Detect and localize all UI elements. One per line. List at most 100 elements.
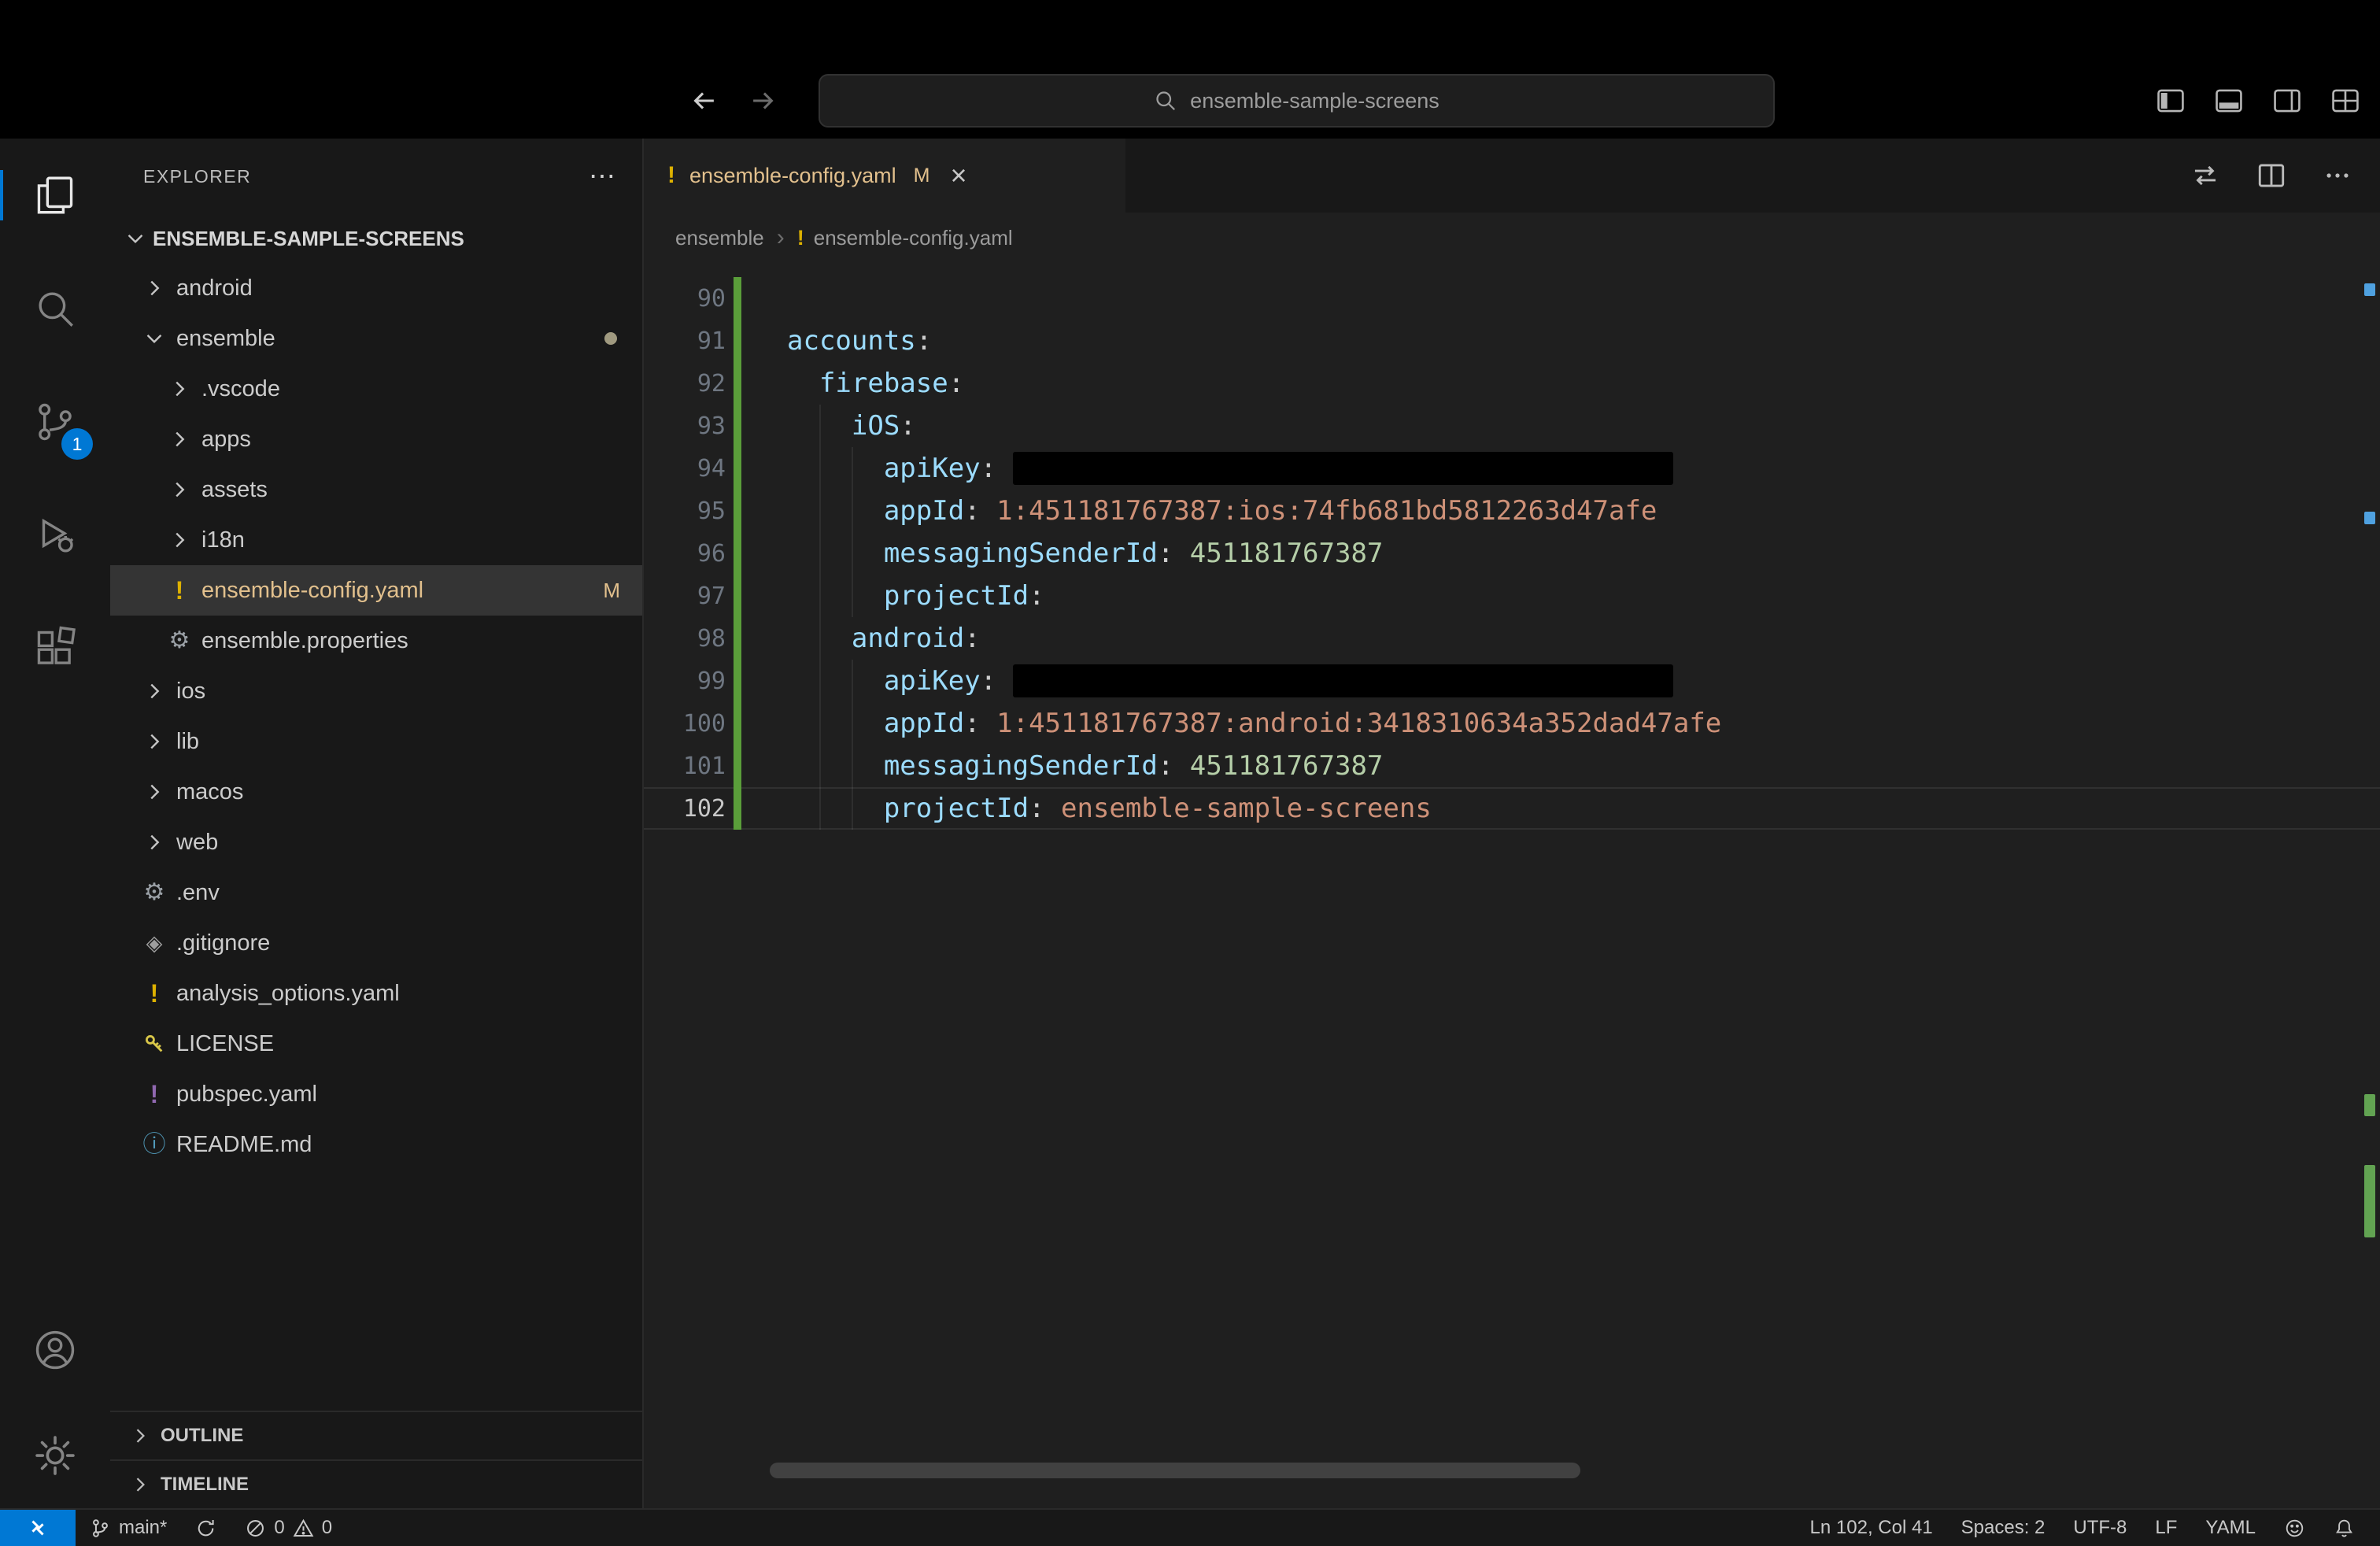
tree-item-ios[interactable]: ios (110, 666, 642, 716)
yaml-file-icon: ! (667, 162, 675, 188)
tree-item-readme-md[interactable]: ⓘ README.md (110, 1119, 642, 1170)
git-branch-icon (93, 1518, 108, 1537)
code-line-95[interactable]: 95 appId: 1:451181767387:ios:74fb681bd581… (644, 490, 2380, 532)
tree-item-pubspec-yaml[interactable]: ! pubspec.yaml (110, 1069, 642, 1119)
code-line-102[interactable]: 102 projectId: ensemble-sample-screens (644, 787, 2380, 830)
toggle-secondary-sidebar-button[interactable] (2270, 83, 2304, 118)
sync-button[interactable] (181, 1510, 231, 1546)
tree-item-i18n[interactable]: i18n (110, 515, 642, 565)
indent-guide (787, 532, 819, 575)
split-editor-button[interactable] (2254, 158, 2289, 193)
indentation-label: Spaces: 2 (1961, 1517, 2046, 1538)
timeline-section-label: TIMELINE (161, 1474, 249, 1495)
indent-guide (819, 745, 852, 787)
gutter-modified-indicator (734, 745, 741, 787)
editor[interactable]: 90 91 accounts:92 firebase:93 iOS:94 apiKey: … (644, 263, 2380, 1508)
editor-group: ! ensemble-config.yaml M × ensemble › ! … (644, 139, 2380, 1508)
notifications-button[interactable] (2319, 1510, 2369, 1546)
tree-item-label: .gitignore (176, 930, 271, 956)
tab-ensemble-config-yaml[interactable]: ! ensemble-config.yaml M × (644, 139, 1125, 213)
outline-section-label: OUTLINE (161, 1425, 244, 1446)
code-line-100[interactable]: 100 appId: 1:451181767387:android:3418310… (644, 702, 2380, 745)
code-line-101[interactable]: 101 messagingSenderId: 451181767387 (644, 745, 2380, 787)
tree-item-android[interactable]: android (110, 263, 642, 313)
tree-item-apps[interactable]: apps (110, 414, 642, 464)
branch-indicator[interactable]: main* (76, 1510, 181, 1546)
source-control-view-button[interactable]: 1 (0, 365, 110, 479)
tree-item-label: LICENSE (176, 1030, 275, 1056)
tree-item-lib[interactable]: lib (110, 716, 642, 767)
cursor-position[interactable]: Ln 102, Col 41 (1796, 1510, 1947, 1546)
remote-indicator[interactable] (0, 1510, 76, 1546)
feedback-button[interactable] (2270, 1510, 2319, 1546)
extensions-view-button[interactable] (0, 592, 110, 705)
eol-indicator[interactable]: LF (2141, 1510, 2191, 1546)
tree-item-label: apps (201, 426, 251, 452)
folder-modified-dot (604, 332, 617, 345)
forward-button[interactable] (745, 83, 781, 119)
tree-item-analysis-options-yaml[interactable]: ! analysis_options.yaml (110, 968, 642, 1019)
code-line-99[interactable]: 99 apiKey: (644, 660, 2380, 702)
problems-indicator[interactable]: 0 0 (231, 1510, 346, 1546)
tree-root-folder[interactable]: ENSEMBLE-SAMPLE-SCREENS (110, 214, 642, 263)
arrow-left-icon (693, 92, 714, 109)
code-token: : (900, 410, 916, 442)
gutter-modified-indicator (734, 617, 741, 660)
line-content: projectId: (787, 575, 1045, 617)
open-changes-button[interactable] (2188, 158, 2223, 193)
code-line-94[interactable]: 94 apiKey: (644, 447, 2380, 490)
command-center[interactable]: ensemble-sample-screens (819, 74, 1775, 128)
more-actions-button[interactable] (2320, 158, 2355, 193)
code-line-97[interactable]: 97 projectId: (644, 575, 2380, 617)
line-number: 97 (697, 582, 726, 610)
tree-item-ensemble[interactable]: ensemble (110, 313, 642, 364)
tree-item-gitignore[interactable]: ◈ .gitignore (110, 918, 642, 968)
accounts-button[interactable] (0, 1297, 110, 1403)
gutter-modified-indicator (734, 362, 741, 405)
tree-item-vscode[interactable]: .vscode (110, 364, 642, 414)
tree-item-env[interactable]: ⚙ .env (110, 867, 642, 918)
status-bar-right: Ln 102, Col 41 Spaces: 2 UTF-8 LF YAML (1796, 1510, 2380, 1546)
settings-button[interactable] (0, 1403, 110, 1508)
breadcrumb-folder[interactable]: ensemble (675, 226, 764, 250)
search-icon (39, 292, 73, 327)
run-debug-view-button[interactable] (0, 479, 110, 592)
indent-guide (819, 405, 852, 447)
horizontal-scrollbar[interactable] (770, 1463, 1580, 1478)
language-mode[interactable]: YAML (2191, 1510, 2270, 1546)
search-view-button[interactable] (0, 252, 110, 365)
tree-item-ensemble-properties[interactable]: ⚙ ensemble.properties (110, 616, 642, 666)
tree-item-macos[interactable]: macos (110, 767, 642, 817)
line-content: apiKey: (787, 660, 1673, 702)
code-line-98[interactable]: 98 android: (644, 617, 2380, 660)
breadcrumb-file[interactable]: ! ensemble-config.yaml (797, 226, 1013, 250)
layout-grid-icon (2332, 89, 2359, 113)
customize-layout-button[interactable] (2328, 83, 2363, 118)
encoding-indicator[interactable]: UTF-8 (2059, 1510, 2141, 1546)
toggle-primary-sidebar-button[interactable] (2153, 83, 2188, 118)
code-token: appId (883, 495, 965, 527)
title-bar: ensemble-sample-screens (0, 0, 2380, 139)
tree-item-label: macos (176, 779, 244, 804)
outline-section[interactable]: OUTLINE (110, 1411, 642, 1459)
toggle-panel-button[interactable] (2212, 83, 2246, 118)
indent-guide (852, 490, 884, 532)
back-button[interactable] (686, 83, 722, 119)
indent-guide (819, 702, 852, 745)
explorer-view-button[interactable] (0, 139, 110, 252)
tree-item-license[interactable]: LICENSE (110, 1019, 642, 1069)
branch-label: main* (119, 1517, 168, 1538)
breadcrumb: ensemble › ! ensemble-config.yaml (644, 213, 2380, 263)
code-line-91[interactable]: 91 accounts: (644, 320, 2380, 362)
code-line-93[interactable]: 93 iOS: (644, 405, 2380, 447)
code-line-96[interactable]: 96 messagingSenderId: 451181767387 (644, 532, 2380, 575)
timeline-section[interactable]: TIMELINE (110, 1459, 642, 1508)
close-tab-button[interactable]: × (950, 161, 966, 190)
indentation-indicator[interactable]: Spaces: 2 (1947, 1510, 2060, 1546)
code-line-92[interactable]: 92 firebase: (644, 362, 2380, 405)
code-line-90[interactable]: 90 (644, 277, 2380, 320)
tree-item-ensemble-config-yaml[interactable]: ! ensemble-config.yaml M (110, 565, 642, 616)
code-token: android (851, 623, 965, 654)
tree-item-web[interactable]: web (110, 817, 642, 867)
tree-item-assets[interactable]: assets (110, 464, 642, 515)
